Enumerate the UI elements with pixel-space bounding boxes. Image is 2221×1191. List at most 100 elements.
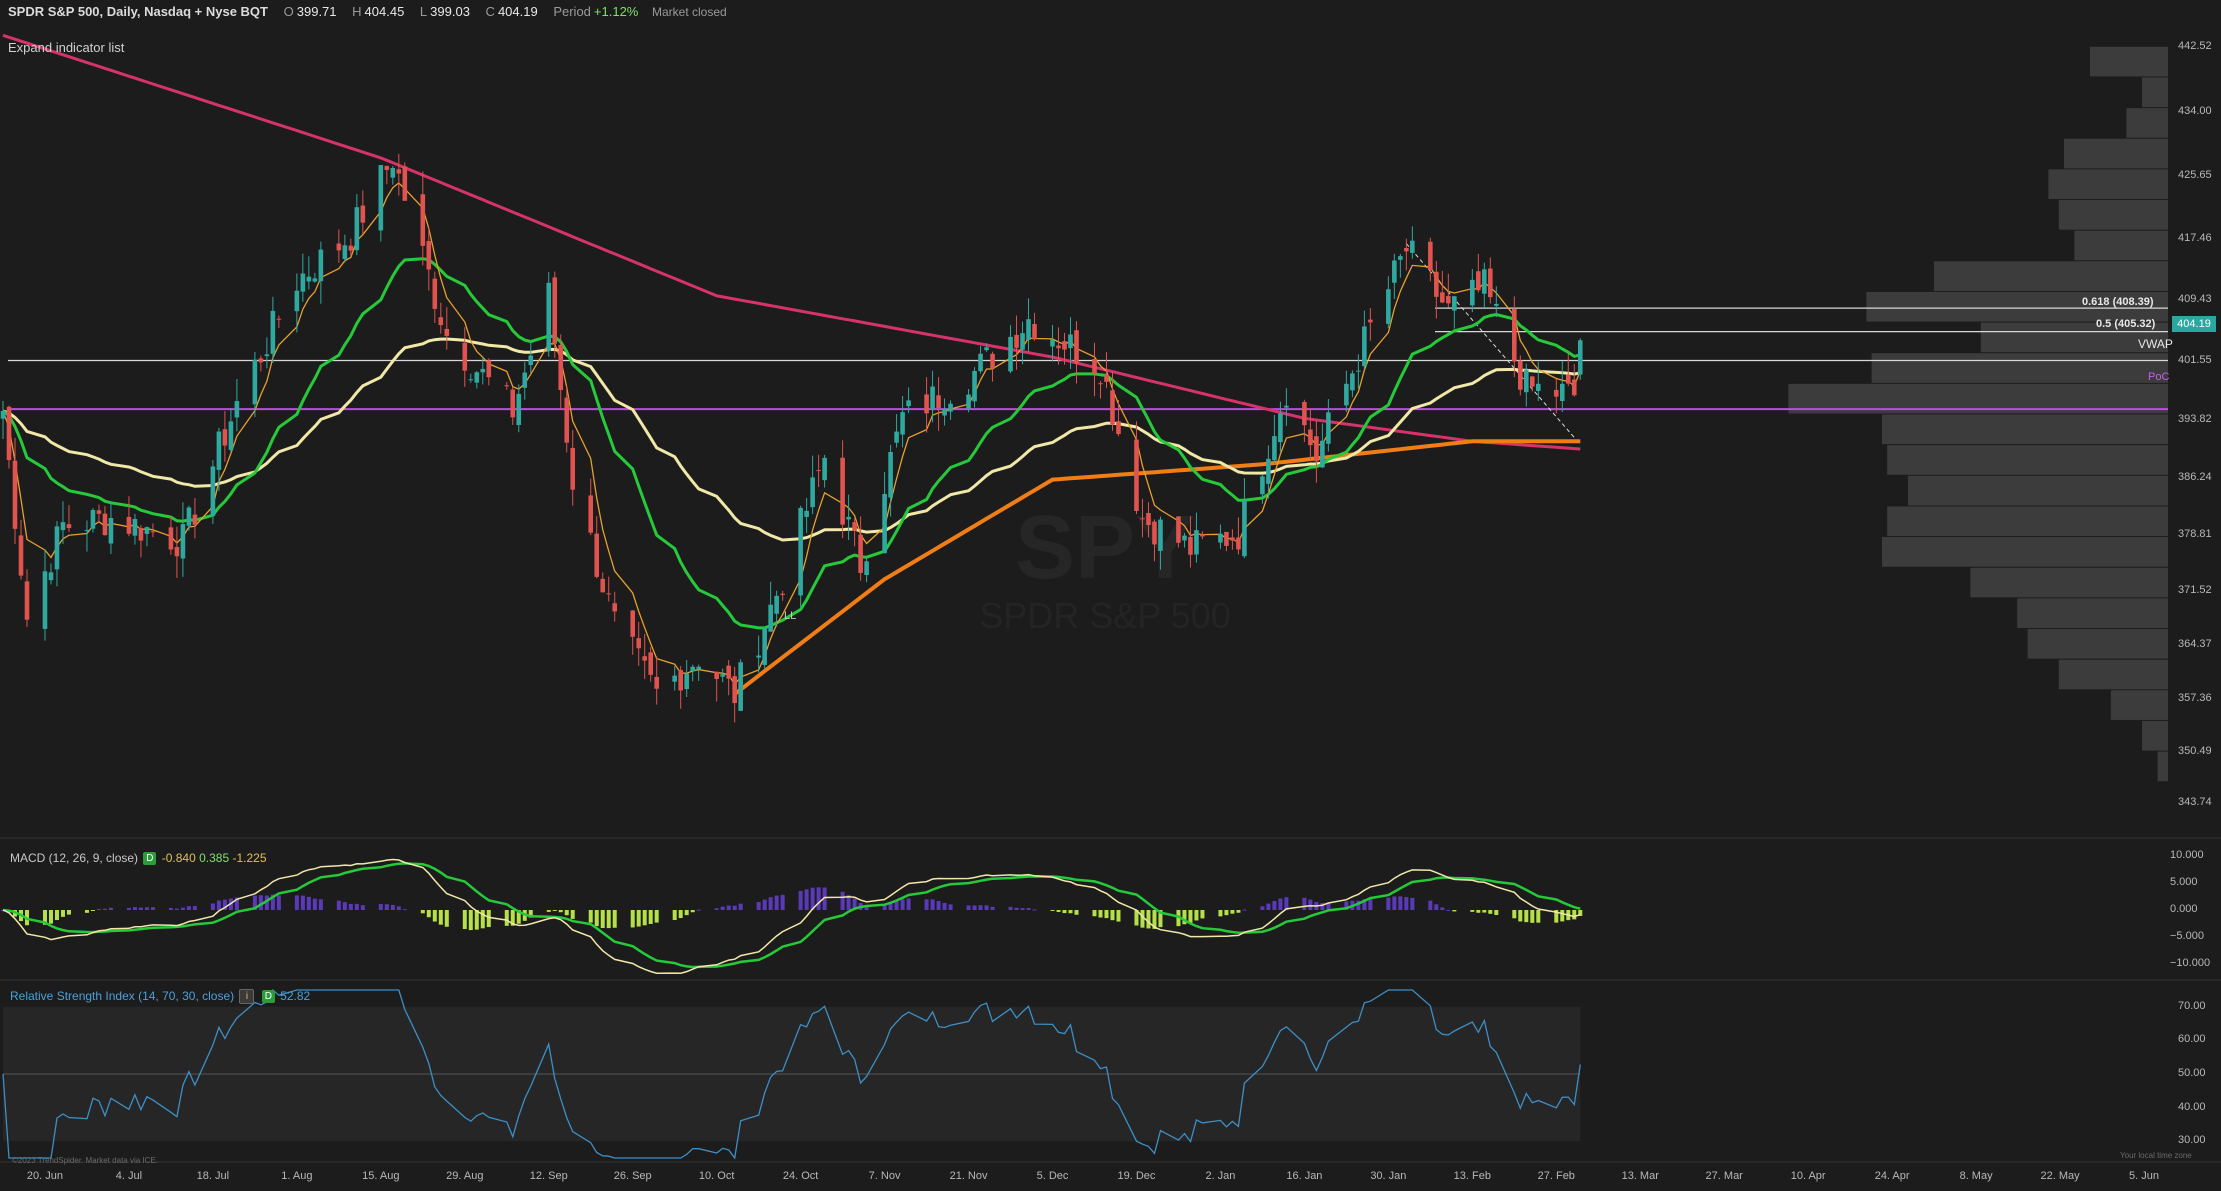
candle-body [924, 394, 929, 414]
candle-body [1362, 326, 1367, 367]
date-axis-tick: 2. Jan [1205, 1170, 1236, 1182]
price-axis-tick: 401.55 [2178, 353, 2212, 366]
date-axis-tick: 4. Jul [115, 1170, 143, 1182]
macd-histogram-bar [1302, 897, 1307, 910]
date-axis-tick: 10. Oct [698, 1170, 735, 1182]
macd-histogram-bar [402, 909, 407, 911]
price-axis-tick: 371.52 [2178, 583, 2212, 596]
candle-body [312, 278, 318, 282]
rsi-d-badge[interactable]: D [261, 990, 275, 1004]
candle-body [1140, 518, 1145, 520]
symbol-header: SPDR S&P 500, Daily, Nasdaq + Nyse BQT O… [8, 4, 727, 19]
macd-histogram-bar [1050, 910, 1055, 911]
date-axis-tick: 18. Jul [196, 1170, 230, 1182]
macd-histogram-bar [378, 904, 383, 910]
candle-body [990, 353, 995, 369]
candle-body [1026, 319, 1031, 340]
candle-body [420, 194, 426, 246]
date-axis-tick: 5. Jun [2129, 1170, 2159, 1182]
date-axis-tick: 19. Dec [1117, 1170, 1156, 1182]
candle-body [1158, 519, 1163, 551]
macd-histogram-bar [990, 906, 995, 910]
candle-body [1446, 296, 1451, 304]
macd-histogram-bar [1434, 904, 1439, 910]
macd-histogram-bar [762, 899, 767, 910]
candle-body [1440, 292, 1445, 303]
candle-body [1344, 383, 1349, 406]
macd-axis-tick: −5.000 [2170, 930, 2204, 943]
macd-d-badge[interactable]: D [143, 852, 157, 866]
macd-histogram-bar [342, 902, 347, 910]
candle-body [1368, 319, 1373, 323]
macd-value-1: -0.840 [161, 851, 196, 865]
high-value: 404.45 [364, 4, 405, 19]
macd-histogram-bar [678, 910, 683, 919]
candle-body [1236, 537, 1241, 550]
candle-body [630, 610, 636, 637]
candle-body [1434, 271, 1439, 297]
candle-body [1482, 269, 1487, 294]
macd-histogram-bar [648, 910, 653, 924]
candle-body [864, 561, 869, 576]
macd-histogram-bar [1062, 910, 1067, 914]
candle-body [564, 397, 570, 443]
rsi-axis-tick: 60.00 [2178, 1033, 2206, 1046]
date-axis-tick: 24. Oct [782, 1170, 819, 1182]
volume-profile-bar [1887, 445, 2168, 475]
date-axis-tick: 8. May [1959, 1170, 1993, 1182]
volume-profile-bar [1908, 475, 2168, 506]
candle-body [342, 245, 348, 259]
candle-body [528, 355, 534, 366]
macd-histogram-bar [1536, 910, 1541, 923]
macd-histogram-bar [426, 910, 431, 918]
date-axis-tick: 5. Dec [1036, 1170, 1069, 1182]
candle-body [216, 431, 222, 470]
candle-body [360, 205, 366, 223]
candle-body [1410, 240, 1415, 253]
candle-body [1577, 340, 1583, 375]
candle-body [684, 673, 689, 690]
candle-body [906, 400, 911, 407]
macd-histogram-bar [444, 910, 449, 927]
macd-histogram-bar [1488, 910, 1493, 914]
volume-profile-bar [1882, 537, 2168, 567]
volume-profile-bar [2064, 138, 2168, 169]
candle-body [192, 514, 198, 525]
rsi-pane [2, 988, 1581, 1160]
macd-histogram-bar [1266, 903, 1271, 910]
candle-body [1488, 268, 1493, 298]
macd-histogram-bar [1020, 908, 1025, 910]
candle-body [672, 675, 677, 682]
candle-body [1302, 402, 1307, 426]
candle-body [768, 604, 773, 632]
candle-body [504, 385, 510, 387]
candle-body [270, 310, 276, 354]
candle-body [942, 409, 947, 416]
candle-body [816, 470, 821, 472]
candle-body [228, 421, 234, 450]
candle-body [930, 386, 935, 409]
rsi-axis-tick: 30.00 [2178, 1134, 2206, 1147]
macd-histogram-bar [294, 895, 299, 910]
candle-body [264, 354, 270, 357]
candle-body [138, 527, 144, 541]
ll-marker: LL [784, 610, 797, 622]
macd-histogram-bar [1572, 910, 1577, 920]
macd-histogram-bar [816, 887, 821, 910]
macd-histogram-bar [696, 909, 701, 911]
macd-histogram-bar [360, 905, 365, 910]
macd-histogram-bar [180, 907, 185, 910]
macd-histogram-bar [1104, 910, 1109, 919]
volume-profile-bar [2074, 230, 2168, 261]
rsi-header: Relative Strength Index (14, 70, 30, clo… [10, 989, 310, 1005]
date-axis-tick: 13. Mar [1621, 1170, 1659, 1182]
expand-indicator-list-link[interactable]: Expand indicator list [8, 40, 124, 55]
macd-histogram-bar [1518, 910, 1523, 922]
rsi-info-badge[interactable]: i [239, 989, 255, 1005]
macd-histogram-bar [1482, 910, 1487, 913]
date-axis-tick: 20. Jun [26, 1170, 64, 1182]
candle-body [936, 395, 941, 409]
date-axis-tick: 29. Aug [446, 1170, 484, 1182]
watermark-name: SPDR S&P 500 [979, 595, 1230, 636]
candle-body [48, 572, 54, 581]
